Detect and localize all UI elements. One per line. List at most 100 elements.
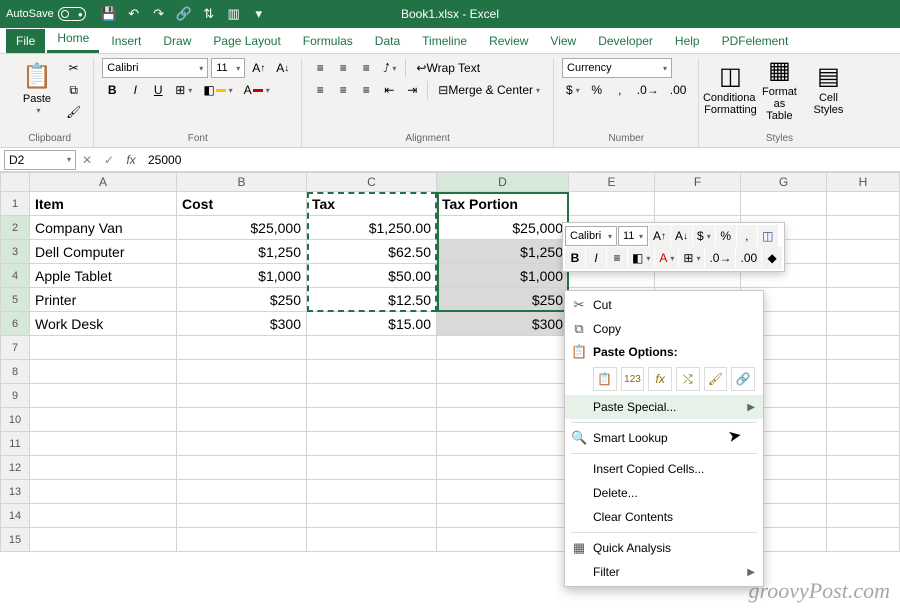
cell-D13[interactable] (437, 480, 569, 504)
grow-font-button[interactable]: A↑ (248, 58, 269, 78)
cell-H8[interactable] (827, 360, 900, 384)
row-header-4[interactable]: 4 (0, 264, 30, 288)
autosave-toggle[interactable]: AutoSave ● (6, 7, 86, 21)
format-as-table-button[interactable]: ▦Format as Table (756, 58, 802, 122)
cell-A4[interactable]: Apple Tablet (30, 264, 177, 288)
cell-A2[interactable]: Company Van (30, 216, 177, 240)
cell-C12[interactable] (307, 456, 437, 480)
cell-C11[interactable] (307, 432, 437, 456)
align-center-button[interactable]: ≡ (333, 80, 353, 100)
paste-button[interactable]: 📋Paste▾ (14, 58, 60, 122)
paste-transpose-icon[interactable]: ⤭ (676, 367, 700, 391)
cell-H12[interactable] (827, 456, 900, 480)
cell-A15[interactable] (30, 528, 177, 552)
cell-H5[interactable] (827, 288, 900, 312)
mini-dec-inc[interactable]: .0→ (705, 247, 735, 269)
align-bottom-button[interactable]: ≡ (356, 58, 376, 78)
currency-button[interactable]: $▾ (562, 80, 584, 100)
cell-H7[interactable] (827, 336, 900, 360)
row-header-7[interactable]: 7 (0, 336, 30, 360)
cell-B14[interactable] (177, 504, 307, 528)
comma-button[interactable]: , (610, 80, 630, 100)
mini-font-color[interactable]: A▾ (655, 247, 678, 269)
cell-D12[interactable] (437, 456, 569, 480)
increase-decimal-button[interactable]: .0→ (633, 80, 663, 100)
cell-C5[interactable]: $12.50 (307, 288, 437, 312)
cell-B8[interactable] (177, 360, 307, 384)
paste-link-icon[interactable]: 🔗 (731, 367, 755, 391)
tab-developer[interactable]: Developer (588, 29, 663, 53)
row-header-11[interactable]: 11 (0, 432, 30, 456)
cell-B5[interactable]: $250 (177, 288, 307, 312)
underline-button[interactable]: U (148, 80, 168, 100)
align-top-button[interactable]: ≡ (310, 58, 330, 78)
mini-percent[interactable]: % (716, 225, 736, 247)
col-header-A[interactable]: A (30, 172, 177, 192)
cell-styles-button[interactable]: ▤Cell Styles (805, 58, 851, 122)
decrease-decimal-button[interactable]: .00 (666, 80, 691, 100)
mini-shrink-font[interactable]: A↓ (671, 225, 692, 247)
cell-C2[interactable]: $1,250.00 (307, 216, 437, 240)
copy-button[interactable]: ⧉ (62, 80, 85, 100)
mini-font-select[interactable]: Calibri▾ (565, 226, 617, 246)
cell-B13[interactable] (177, 480, 307, 504)
cell-B12[interactable] (177, 456, 307, 480)
sort-icon[interactable]: ⇅ (198, 3, 220, 25)
cell-H1[interactable] (827, 192, 900, 216)
cell-H3[interactable] (827, 240, 900, 264)
cell-C6[interactable]: $15.00 (307, 312, 437, 336)
cancel-formula-button[interactable]: ✕ (76, 153, 98, 167)
cell-D1[interactable]: Tax Portion (437, 192, 569, 216)
cell-D3[interactable]: $1,250 (437, 240, 569, 264)
cut-button[interactable]: ✂ (62, 58, 85, 78)
tab-timeline[interactable]: Timeline (412, 29, 477, 53)
row-header-3[interactable]: 3 (0, 240, 30, 264)
row-header-14[interactable]: 14 (0, 504, 30, 528)
enter-formula-button[interactable]: ✓ (98, 153, 120, 167)
cell-C1[interactable]: Tax (307, 192, 437, 216)
cell-D11[interactable] (437, 432, 569, 456)
cell-A1[interactable]: Item (30, 192, 177, 216)
cell-C8[interactable] (307, 360, 437, 384)
cell-B15[interactable] (177, 528, 307, 552)
row-header-8[interactable]: 8 (0, 360, 30, 384)
align-middle-button[interactable]: ≡ (333, 58, 353, 78)
cell-A14[interactable] (30, 504, 177, 528)
cell-A9[interactable] (30, 384, 177, 408)
cell-D6[interactable]: $300 (437, 312, 569, 336)
paste-all-icon[interactable]: 📋 (593, 367, 617, 391)
mini-currency[interactable]: $▾ (693, 225, 715, 247)
tab-review[interactable]: Review (479, 29, 538, 53)
col-header-C[interactable]: C (307, 172, 437, 192)
tab-data[interactable]: Data (365, 29, 410, 53)
row-header-10[interactable]: 10 (0, 408, 30, 432)
shrink-font-button[interactable]: A↓ (272, 58, 293, 78)
cell-B11[interactable] (177, 432, 307, 456)
cell-A5[interactable]: Printer (30, 288, 177, 312)
cell-B7[interactable] (177, 336, 307, 360)
tab-view[interactable]: View (540, 29, 586, 53)
name-box[interactable]: D2▾ (4, 150, 76, 170)
mini-border[interactable]: ⊞▾ (679, 247, 704, 269)
undo-icon[interactable]: ↶ (123, 3, 145, 25)
select-all-corner[interactable] (0, 172, 30, 192)
cell-A11[interactable] (30, 432, 177, 456)
cell-B3[interactable]: $1,250 (177, 240, 307, 264)
cell-A6[interactable]: Work Desk (30, 312, 177, 336)
row-header-2[interactable]: 2 (0, 216, 30, 240)
mini-bold[interactable]: B (565, 247, 585, 269)
cell-C7[interactable] (307, 336, 437, 360)
cell-B1[interactable]: Cost (177, 192, 307, 216)
cell-H13[interactable] (827, 480, 900, 504)
mini-comma[interactable]: , (737, 225, 757, 247)
percent-button[interactable]: % (587, 80, 607, 100)
cell-H2[interactable] (827, 216, 900, 240)
context-delete[interactable]: Delete... (565, 481, 763, 505)
cell-D4[interactable]: $1,000 (437, 264, 569, 288)
cell-B9[interactable] (177, 384, 307, 408)
paste-formatting-icon[interactable]: 🖌 (704, 367, 728, 391)
tab-insert[interactable]: Insert (101, 29, 151, 53)
cell-A13[interactable] (30, 480, 177, 504)
wrap-text-button[interactable]: ↩ Wrap Text (411, 58, 485, 78)
tab-draw[interactable]: Draw (153, 29, 201, 53)
